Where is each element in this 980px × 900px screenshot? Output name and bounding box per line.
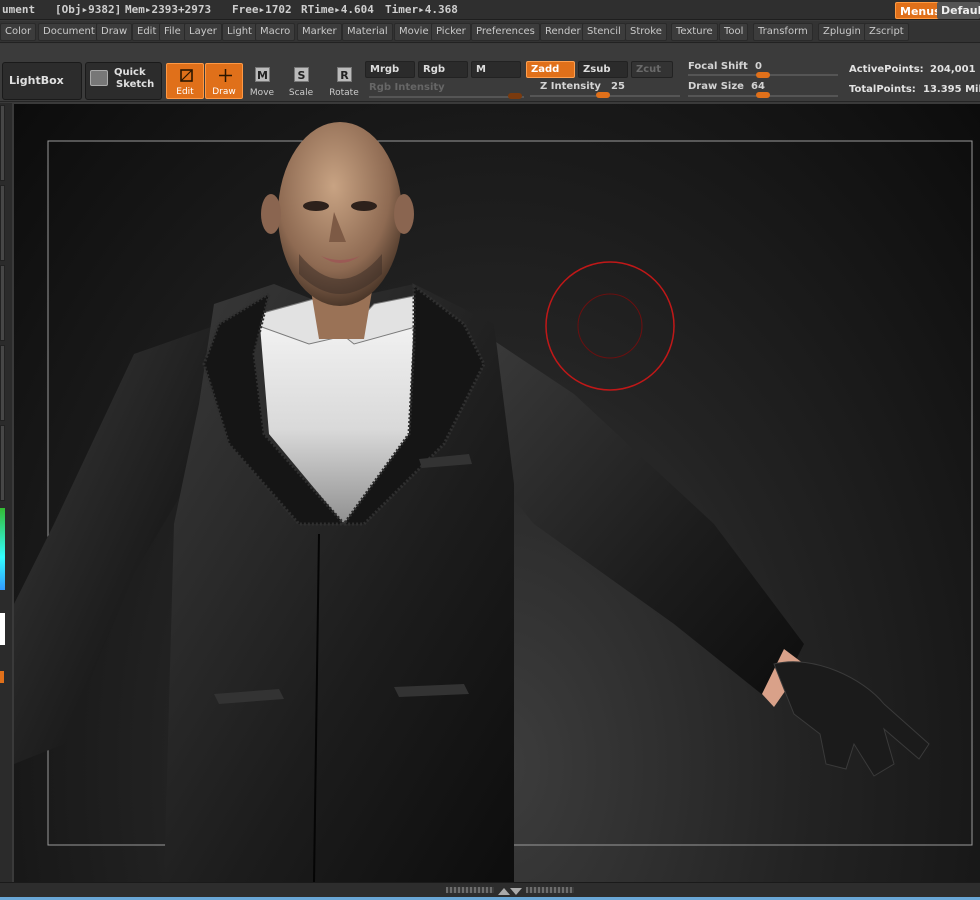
right-sleeve [484,334,804,704]
bottom-tray-grip[interactable] [526,887,574,893]
focal-shift-knob[interactable] [756,72,770,78]
menu-movie[interactable]: Movie [394,23,434,41]
menu-stencil[interactable]: Stencil [582,23,626,41]
edit-mode-icon [180,69,193,82]
menu-texture[interactable]: Texture [671,23,718,41]
quick-sketch-button[interactable]: Quick Sketch [85,62,162,100]
scale-mode-label: Scale [288,88,314,98]
menu-marker[interactable]: Marker [297,23,342,41]
left-eye [303,201,329,211]
lightbox-button[interactable]: LightBox [2,62,82,100]
rgb-button[interactable]: Rgb [418,61,468,78]
default-layout-button[interactable]: Defaul [937,2,980,19]
scale-mode-button[interactable]: S Scale [282,63,320,99]
draw-mode-label: Draw [212,87,236,97]
menu-picker[interactable]: Picker [431,23,471,41]
active-points-label: ActivePoints: [849,64,924,75]
draw-size-value: 64 [751,81,765,92]
draw-size-label: Draw Size [688,81,744,92]
left-tray-segment[interactable] [0,265,5,341]
menu-document[interactable]: Document [38,23,100,41]
top-shelf: LightBox Quick Sketch Edit Draw M Move S… [0,44,980,102]
brush-cursor-inner-icon [577,293,643,359]
rotate-mode-button[interactable]: R Rotate [325,63,363,99]
rotate-mode-label: Rotate [329,88,359,98]
menu-render[interactable]: Render [540,23,586,41]
focal-shift-label: Focal Shift [688,61,748,72]
menu-transform[interactable]: Transform [753,23,813,41]
draw-mode-icon [219,69,232,82]
accent-marker [0,671,4,683]
m-button[interactable]: M [471,61,521,78]
rgb-intensity-knob[interactable] [508,93,522,99]
edit-mode-label: Edit [176,87,194,97]
draw-mode-button[interactable]: Draw [205,63,243,99]
mrgb-button[interactable]: Mrgb [365,61,415,78]
z-intensity-value: 25 [611,81,625,92]
character-model [14,122,973,882]
menu-zscript[interactable]: Zscript [864,23,909,41]
document-title: ument [2,3,36,16]
menu-bar: Color Document Draw Edit File Layer Ligh… [0,21,980,43]
focal-shift-value: 0 [755,61,762,72]
z-intensity-knob[interactable] [596,92,610,98]
active-points-value: 204,001 [930,64,976,75]
total-points-label: TotalPoints: [849,84,916,95]
menu-color[interactable]: Color [0,23,37,41]
quick-sketch-label-1: Quick [114,67,146,78]
edit-mode-button[interactable]: Edit [166,63,204,99]
right-eye [351,201,377,211]
menu-material[interactable]: Material [342,23,393,41]
menu-stroke[interactable]: Stroke [625,23,667,41]
menu-tool[interactable]: Tool [719,23,749,41]
total-points-value: 13.395 Mil [923,84,980,95]
bottom-tray-grip[interactable] [446,887,494,893]
z-intensity-label: Z Intensity [540,81,601,92]
menu-draw[interactable]: Draw [96,23,133,41]
main-color-swatch[interactable] [0,613,5,645]
quick-sketch-icon [90,70,108,86]
menu-file[interactable]: File [159,23,186,41]
left-tray-segment[interactable] [0,425,5,501]
left-tray-segment[interactable] [0,345,5,421]
zadd-button[interactable]: Zadd [526,61,575,78]
move-icon: M [255,67,270,82]
rotate-icon: R [337,67,352,82]
lightbox-label: LightBox [9,74,64,87]
head [278,122,402,306]
draw-size-knob[interactable] [756,92,770,98]
right-ear [394,194,414,234]
mem-readout: Mem▸2393+2973 [125,3,212,16]
rtime-readout: RTime▸4.604 [301,3,374,16]
free-readout: Free▸1702 [232,3,292,16]
zcut-button[interactable]: Zcut [631,61,673,78]
menu-light[interactable]: Light [222,23,257,41]
rgb-intensity-slider[interactable] [369,96,524,98]
left-tray-segment[interactable] [0,185,5,261]
zsub-button[interactable]: Zsub [578,61,628,78]
move-mode-label: Move [249,88,275,98]
expand-tray-icon[interactable] [497,886,523,896]
color-picker-strip[interactable] [0,508,5,590]
left-ear [261,194,281,234]
brush-cursor-outer-icon [545,261,675,391]
menu-zplugin[interactable]: Zplugin [818,23,866,41]
menu-edit[interactable]: Edit [132,23,162,41]
viewport-canvas[interactable] [14,104,980,882]
left-tray-segment[interactable] [0,105,5,181]
rgb-intensity-label: Rgb Intensity [369,82,445,93]
status-bar: ument [Obj▸9382] Mem▸2393+2973 Free▸1702… [0,0,980,20]
black-glove [773,661,930,777]
menu-preferences[interactable]: Preferences [471,23,540,41]
menu-macro[interactable]: Macro [255,23,296,41]
menu-layer[interactable]: Layer [184,23,222,41]
timer-readout: Timer▸4.368 [385,3,458,16]
obj-readout: [Obj▸9382] [55,3,122,16]
move-mode-button[interactable]: M Move [243,63,281,99]
scale-icon: S [294,67,309,82]
left-tray [0,103,12,893]
quick-sketch-label-2: Sketch [116,79,155,90]
